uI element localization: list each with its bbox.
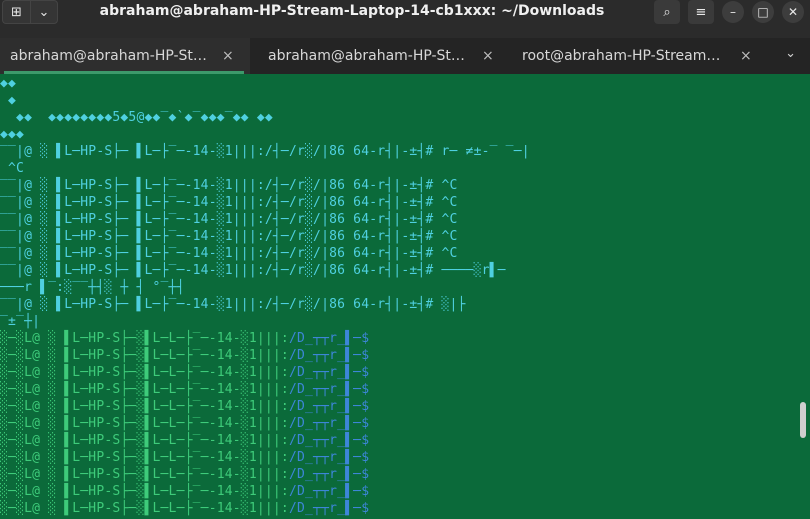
terminal-scrollbar[interactable] xyxy=(800,402,806,438)
terminal-line: ░─░L@ ░ ▌L─HP-S├─░▌L─L─├‾─-14-░1|||:/D_┬… xyxy=(0,415,369,432)
terminal-line-text: ───r ▌‾:░‾‾┼┤░ ┼ ┤ °‾┼┤ xyxy=(0,280,185,295)
terminal-line-path: /D_┬┬r_▌─$ xyxy=(288,484,370,499)
new-tab-button[interactable]: ⊞ xyxy=(2,0,30,24)
terminal-line-text: ‾‾|@ ░ ▌L─HP-S├─ ▌L─├‾─-14-░1|||:/┤─/r░/… xyxy=(0,195,458,210)
tab-3[interactable]: root@abraham-HP-Stream… × xyxy=(500,38,770,74)
terminal-line: ◆ xyxy=(0,92,16,109)
terminal-line: ‾‾|@ ░ ▌L─HP-S├─ ▌L─├‾─-14-░1|||:/┤─/r░/… xyxy=(0,262,506,279)
tab-menu-button[interactable]: ⌄ xyxy=(30,0,58,24)
maximize-button[interactable]: □ xyxy=(752,1,774,23)
terminal-line: ‾‾|@ ░ ▌L─HP-S├─ ▌L─├‾─-14-░1|||:/┤─/r░/… xyxy=(0,211,458,228)
plus-box-icon: ⊞ xyxy=(11,4,22,20)
terminal-line: ░─░L@ ░ ▌L─HP-S├─░▌L─L─├‾─-14-░1|||:/D_┬… xyxy=(0,381,369,398)
terminal-line-path: /D_┬┬r_▌─$ xyxy=(288,433,370,448)
terminal-line: ‾‾|@ ░ ▌L─HP-S├─ ▌L─├‾─-14-░1|||:/┤─/r░/… xyxy=(0,143,530,160)
terminal-line-text: ^C xyxy=(0,161,25,176)
terminal-line-text: ‾±‾┼| xyxy=(0,314,41,329)
terminal-line-text: ░─░L@ ░ ▌L─HP-S├─░▌L─L─├‾─-14-░1|||: xyxy=(0,450,289,465)
terminal-line: ░─░L@ ░ ▌L─HP-S├─░▌L─L─├‾─-14-░1|||:/D_┬… xyxy=(0,398,369,415)
terminal-line: ‾‾|@ ░ ▌L─HP-S├─ ▌L─├‾─-14-░1|||:/┤─/r░/… xyxy=(0,194,458,211)
tab-1[interactable]: abraham@abraham-HP-St… × xyxy=(0,38,250,74)
tab-close-button[interactable]: × xyxy=(482,48,494,64)
terminal-line: ‾±‾┼| xyxy=(0,313,40,330)
terminal-line-text: ░─░L@ ░ ▌L─HP-S├─░▌L─L─├‾─-14-░1|||: xyxy=(0,331,289,346)
close-button[interactable]: ✕ xyxy=(782,1,804,23)
terminal-line-path: /D_┬┬r_▌─$ xyxy=(288,331,370,346)
terminal-output[interactable]: ◆◆ ◆ ◆◆ ◆◆◆◆◆◆◆◆5◆5@◆◆‾◆`◆‾◆◆◆‾◆◆ ◆◆ ◆◆◆ ‾… xyxy=(0,74,810,519)
title-bar: ⊞ ⌄ abraham@abraham-HP-Stream-Laptop-14-… xyxy=(0,0,810,24)
terminal-line-text: ‾‾|@ ░ ▌L─HP-S├─ ▌L─├‾─-14-░1|||:/┤─/r░/… xyxy=(0,297,466,312)
terminal-line: ^C xyxy=(0,160,24,177)
terminal-line-text: ◆ xyxy=(0,93,17,108)
tab-label: root@abraham-HP-Stream… xyxy=(522,48,721,64)
terminal-line: ‾‾|@ ░ ▌L─HP-S├─ ▌L─├‾─-14-░1|||:/┤─/r░/… xyxy=(0,228,458,245)
terminal-line-path: /D_┬┬r_▌─$ xyxy=(288,382,370,397)
terminal-line-text: ░─░L@ ░ ▌L─HP-S├─░▌L─L─├‾─-14-░1|||: xyxy=(0,484,289,499)
tab-overflow-button[interactable]: ⌄ xyxy=(785,46,796,61)
terminal-line: ◆◆◆ xyxy=(0,126,24,143)
terminal-line-text: ░─░L@ ░ ▌L─HP-S├─░▌L─L─├‾─-14-░1|||: xyxy=(0,399,289,414)
terminal-line: ░─░L@ ░ ▌L─HP-S├─░▌L─L─├‾─-14-░1|||:/D_┬… xyxy=(0,449,369,466)
tab-bar: abraham@abraham-HP-St… × abraham@abraham… xyxy=(0,38,810,74)
terminal-line-text: ‾‾|@ ░ ▌L─HP-S├─ ▌L─├‾─-14-░1|||:/┤─/r░/… xyxy=(0,263,506,278)
terminal-line: ◆◆ ◆◆◆◆◆◆◆◆5◆5@◆◆‾◆`◆‾◆◆◆‾◆◆ ◆◆ xyxy=(0,109,273,126)
terminal-line-text: ◆◆ ◆◆◆◆◆◆◆◆5◆5@◆◆‾◆`◆‾◆◆◆‾◆◆ ◆◆ xyxy=(0,110,273,125)
terminal-line-path: /D_┬┬r_▌─$ xyxy=(288,365,370,380)
terminal-line-path: /D_┬┬r_▌─$ xyxy=(288,450,370,465)
terminal-line-path: /D_┬┬r_▌─$ xyxy=(288,467,370,482)
terminal-line: ░─░L@ ░ ▌L─HP-S├─░▌L─L─├‾─-14-░1|||:/D_┬… xyxy=(0,330,369,347)
hamburger-menu-button[interactable]: ≡ xyxy=(688,0,714,24)
minimize-icon: – xyxy=(730,5,736,19)
terminal-line: ░─░L@ ░ ▌L─HP-S├─░▌L─L─├‾─-14-░1|||:/D_┬… xyxy=(0,432,369,449)
minimize-button[interactable]: – xyxy=(722,1,744,23)
terminal-line: ░─░L@ ░ ▌L─HP-S├─░▌L─L─├‾─-14-░1|||:/D_┬… xyxy=(0,347,369,364)
terminal-line: ░─░L@ ░ ▌L─HP-S├─░▌L─L─├‾─-14-░1|||:/D_┬… xyxy=(0,364,369,381)
tab-label: abraham@abraham-HP-St… xyxy=(10,48,207,64)
terminal-line: ───r ▌‾:░‾‾┼┤░ ┼ ┤ °‾┼┤ xyxy=(0,279,185,296)
search-icon: ⌕ xyxy=(663,4,671,20)
terminal-line-text: ◆◆ xyxy=(0,76,17,91)
window-title: abraham@abraham-HP-Stream-Laptop-14-cb1x… xyxy=(99,3,605,19)
terminal-line-text: ‾‾|@ ░ ▌L─HP-S├─ ▌L─├‾─-14-░1|||:/┤─/r░/… xyxy=(0,212,458,227)
terminal-line-text: ░─░L@ ░ ▌L─HP-S├─░▌L─L─├‾─-14-░1|||: xyxy=(0,467,289,482)
tab-2[interactable]: abraham@abraham-HP-St… × xyxy=(250,38,500,74)
maximize-icon: □ xyxy=(757,5,769,19)
tab-label: abraham@abraham-HP-St… xyxy=(268,48,465,64)
chevron-down-icon: ⌄ xyxy=(38,4,50,20)
close-icon: ✕ xyxy=(787,5,799,19)
terminal-line: ░─░L@ ░ ▌L─HP-S├─░▌L─L─├‾─-14-░1|||:/D_┬… xyxy=(0,500,369,517)
terminal-line-text: ░─░L@ ░ ▌L─HP-S├─░▌L─L─├‾─-14-░1|||: xyxy=(0,348,289,363)
terminal-line: ░─░L@ ░ ▌L─HP-S├─░▌L─L─├‾─-14-░1|||:/D_┬… xyxy=(0,483,369,500)
terminal-line: ‾‾|@ ░ ▌L─HP-S├─ ▌L─├‾─-14-░1|||:/┤─/r░/… xyxy=(0,296,466,313)
terminal-line-path: /D_┬┬r_▌─$ xyxy=(288,348,370,363)
terminal-line-text: ░─░L@ ░ ▌L─HP-S├─░▌L─L─├‾─-14-░1|||: xyxy=(0,433,289,448)
terminal-line-text: ‾‾|@ ░ ▌L─HP-S├─ ▌L─├‾─-14-░1|||:/┤─/r░/… xyxy=(0,229,458,244)
chevron-down-icon: ⌄ xyxy=(785,46,796,61)
search-button[interactable]: ⌕ xyxy=(654,0,680,24)
terminal-line-text: ◆◆◆ xyxy=(0,127,25,142)
terminal-line-text: ░─░L@ ░ ▌L─HP-S├─░▌L─L─├‾─-14-░1|||: xyxy=(0,382,289,397)
tab-close-button[interactable]: × xyxy=(740,48,752,64)
terminal-line-text: ‾‾|@ ░ ▌L─HP-S├─ ▌L─├‾─-14-░1|||:/┤─/r░/… xyxy=(0,246,458,261)
terminal-line-text: ‾‾|@ ░ ▌L─HP-S├─ ▌L─├‾─-14-░1|||:/┤─/r░/… xyxy=(0,144,530,159)
terminal-line-path: /D_┬┬r_▌─$ xyxy=(288,501,370,516)
terminal-line: ‾‾|@ ░ ▌L─HP-S├─ ▌L─├‾─-14-░1|||:/┤─/r░/… xyxy=(0,245,458,262)
hamburger-menu-icon: ≡ xyxy=(695,4,707,20)
terminal-line-path: /D_┬┬r_▌─$ xyxy=(288,399,370,414)
terminal-line-text: ‾‾|@ ░ ▌L─HP-S├─ ▌L─├‾─-14-░1|||:/┤─/r░/… xyxy=(0,178,458,193)
terminal-line-text: ░─░L@ ░ ▌L─HP-S├─░▌L─L─├‾─-14-░1|||: xyxy=(0,365,289,380)
terminal-line: ‾‾|@ ░ ▌L─HP-S├─ ▌L─├‾─-14-░1|||:/┤─/r░/… xyxy=(0,177,458,194)
terminal-line: ░─░L@ ░ ▌L─HP-S├─░▌L─L─├‾─-14-░1|||:/D_┬… xyxy=(0,466,369,483)
title-bar-right: ⌕ ≡ – □ ✕ xyxy=(654,0,804,24)
terminal-line-text: ░─░L@ ░ ▌L─HP-S├─░▌L─L─├‾─-14-░1|||: xyxy=(0,501,289,516)
terminal-line: ◆◆ xyxy=(0,75,16,92)
terminal-line-path: /D_┬┬r_▌─$ xyxy=(288,416,370,431)
tab-close-button[interactable]: × xyxy=(222,48,234,64)
tab-bar-spacer xyxy=(0,24,810,38)
terminal-line-text: ░─░L@ ░ ▌L─HP-S├─░▌L─L─├‾─-14-░1|||: xyxy=(0,416,289,431)
title-bar-left: ⊞ ⌄ xyxy=(2,0,58,24)
